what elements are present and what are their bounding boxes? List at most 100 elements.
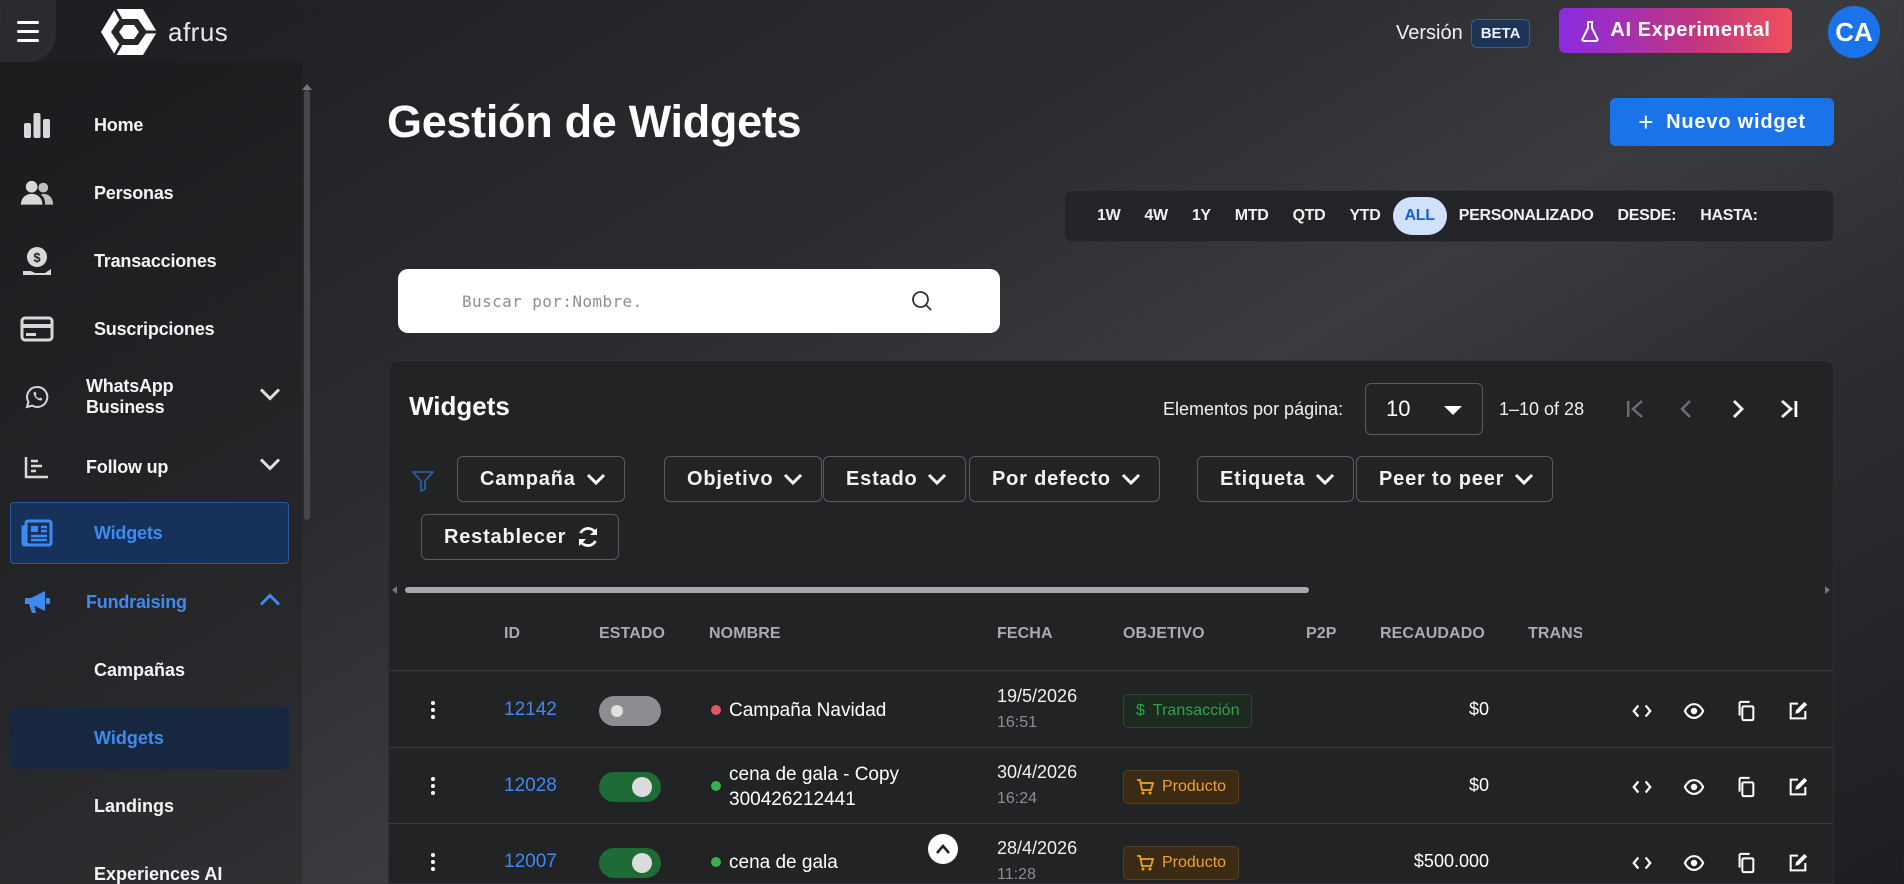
sidebar-item-transacciones[interactable]: $ Transacciones: [10, 230, 289, 292]
widget-id-link[interactable]: 12007: [504, 851, 557, 873]
row-menu-icon[interactable]: [427, 774, 439, 798]
horizontal-scrollbar[interactable]: [405, 587, 1309, 593]
edit-icon[interactable]: [1783, 772, 1813, 802]
column-header-p2p[interactable]: P2P: [1306, 625, 1337, 643]
sidebar-item-suscripciones[interactable]: Suscripciones: [10, 298, 289, 360]
range-option-qtd[interactable]: QTD: [1281, 197, 1338, 235]
status-toggle[interactable]: [599, 696, 661, 726]
sidebar-subitem-experiences-ai[interactable]: Experiences AI: [10, 843, 289, 884]
items-per-page-select[interactable]: 10: [1365, 383, 1483, 435]
row-menu-icon[interactable]: [427, 698, 439, 722]
first-page-button[interactable]: [1615, 383, 1655, 435]
scroll-left-arrow[interactable]: [392, 586, 397, 594]
chevron-down-icon: [1121, 473, 1140, 486]
chevron-down-icon: [1515, 473, 1534, 486]
ai-experimental-button[interactable]: AI Experimental: [1559, 8, 1792, 53]
range-option-all[interactable]: ALL: [1392, 197, 1447, 235]
sidebar-subitem-campanas[interactable]: Campañas: [10, 639, 289, 701]
range-option-desde[interactable]: DESDE:: [1606, 197, 1689, 235]
filter-peer-to-peer[interactable]: Peer to peer: [1356, 456, 1554, 502]
widget-date: 28/4/2026: [997, 838, 1078, 858]
sidebar-item-whatsapp-business[interactable]: WhatsApp Business: [10, 366, 289, 428]
copy-icon[interactable]: [1731, 772, 1761, 802]
app-logo[interactable]: afrus: [98, 6, 228, 58]
sidebar-subitem-widgets[interactable]: Widgets: [10, 707, 289, 769]
status-toggle[interactable]: [599, 772, 661, 802]
row-menu-icon[interactable]: [427, 850, 439, 874]
copy-icon[interactable]: [1731, 848, 1761, 878]
code-icon[interactable]: [1627, 772, 1657, 802]
range-option-4w[interactable]: 4W: [1132, 197, 1179, 235]
widget-id-link[interactable]: 12028: [504, 775, 557, 797]
sidebar-item-follow-up[interactable]: Follow up: [10, 436, 289, 498]
eye-icon[interactable]: [1679, 848, 1709, 878]
newspaper-icon: [20, 516, 54, 550]
column-header-estado[interactable]: ESTADO: [599, 625, 665, 643]
column-header-recaudado[interactable]: RECAUDADO: [1380, 625, 1485, 643]
chevron-up-icon: [259, 593, 281, 612]
sidebar-item-widgets[interactable]: Widgets: [10, 502, 289, 564]
copy-icon[interactable]: [1731, 696, 1761, 726]
app-name: afrus: [168, 16, 229, 47]
sidebar-subitem-landings[interactable]: Landings: [10, 775, 289, 837]
eye-icon[interactable]: [1679, 772, 1709, 802]
filter-etiqueta[interactable]: Etiqueta: [1197, 456, 1355, 502]
last-page-button[interactable]: [1769, 383, 1809, 435]
filter-campaña[interactable]: Campaña: [457, 456, 625, 502]
code-icon[interactable]: [1627, 696, 1657, 726]
range-option-hasta[interactable]: HASTA:: [1688, 197, 1769, 235]
range-option-1y[interactable]: 1Y: [1180, 197, 1223, 235]
objective-badge: $ Transacción: [1123, 694, 1253, 728]
table-header: ID ESTADO NOMBRE FECHA OBJETIVO P2P RECA…: [389, 599, 1833, 671]
status-toggle[interactable]: [599, 848, 661, 878]
sidebar-item-personas[interactable]: Personas: [10, 162, 289, 224]
filter-objetivo[interactable]: Objetivo: [664, 456, 823, 502]
range-option-personalizado[interactable]: PERSONALIZADO: [1447, 197, 1606, 235]
user-avatar[interactable]: CA: [1828, 6, 1880, 58]
menu-icon: [17, 18, 39, 45]
top-bar: afrus Versión BETA AI Experimental CA: [0, 0, 1904, 62]
items-per-page-label: Elementos por página:: [1163, 399, 1344, 419]
range-option-1w[interactable]: 1W: [1085, 197, 1132, 235]
hamburger-menu-button[interactable]: [0, 0, 56, 62]
date-range-selector: 1W 4W 1Y MTD QTD YTD ALL PERSONALIZADO DESDE: HAS…: [1064, 190, 1834, 242]
table-row[interactable]: 12142 Campaña Navidad 19/5/2026 16:51 $ Trans…: [389, 672, 1833, 748]
column-header-objetivo[interactable]: OBJETIVO: [1123, 625, 1205, 643]
filter-label: Peer to peer: [1379, 467, 1505, 490]
next-page-button[interactable]: [1717, 383, 1757, 435]
range-option-ytd[interactable]: YTD: [1337, 197, 1392, 235]
widget-id-link[interactable]: 12142: [504, 699, 557, 721]
sidebar-scrollbar[interactable]: [304, 90, 310, 520]
column-header-id[interactable]: ID: [504, 625, 520, 643]
previous-page-button[interactable]: [1667, 383, 1707, 435]
code-icon[interactable]: [1627, 848, 1657, 878]
filter-label: Estado: [846, 467, 918, 490]
column-header-nombre[interactable]: NOMBRE: [709, 625, 781, 643]
scroll-to-top-button[interactable]: [928, 834, 958, 864]
reset-filters-button[interactable]: Restablecer: [421, 514, 620, 560]
widget-name: Campaña Navidad: [729, 700, 887, 721]
widget-date: 30/4/2026: [997, 762, 1078, 782]
table-row[interactable]: 12007 cena de gala 28/4/2026 11:28 Producto $…: [389, 824, 1833, 883]
column-header-fecha[interactable]: FECHA: [997, 625, 1053, 643]
sidebar-item-fundraising[interactable]: Fundraising: [10, 571, 289, 633]
edit-icon[interactable]: [1783, 696, 1813, 726]
column-header-transacciones[interactable]: TRANS: [1528, 625, 1582, 643]
svg-text:$: $: [33, 250, 41, 265]
dollar-icon: $: [1136, 702, 1145, 719]
search-input[interactable]: [462, 291, 902, 311]
beta-badge[interactable]: BETA: [1470, 19, 1531, 48]
eye-icon[interactable]: [1679, 696, 1709, 726]
edit-icon[interactable]: [1783, 848, 1813, 878]
filter-estado[interactable]: Estado: [823, 456, 967, 502]
objective-label: Producto: [1162, 854, 1227, 871]
scroll-right-arrow[interactable]: [1825, 586, 1830, 594]
filter-por-defecto[interactable]: Por defecto: [969, 456, 1160, 502]
search-icon[interactable]: [910, 289, 934, 318]
new-widget-button[interactable]: + Nuevo widget: [1610, 98, 1834, 146]
table-row[interactable]: 12028 cena de gala - Copy 300426212441 30/…: [389, 748, 1833, 824]
sidebar-item-home[interactable]: Home: [10, 94, 289, 156]
credit-card-icon: [20, 312, 54, 346]
range-option-mtd[interactable]: MTD: [1223, 197, 1281, 235]
cart-icon: [1137, 779, 1154, 795]
